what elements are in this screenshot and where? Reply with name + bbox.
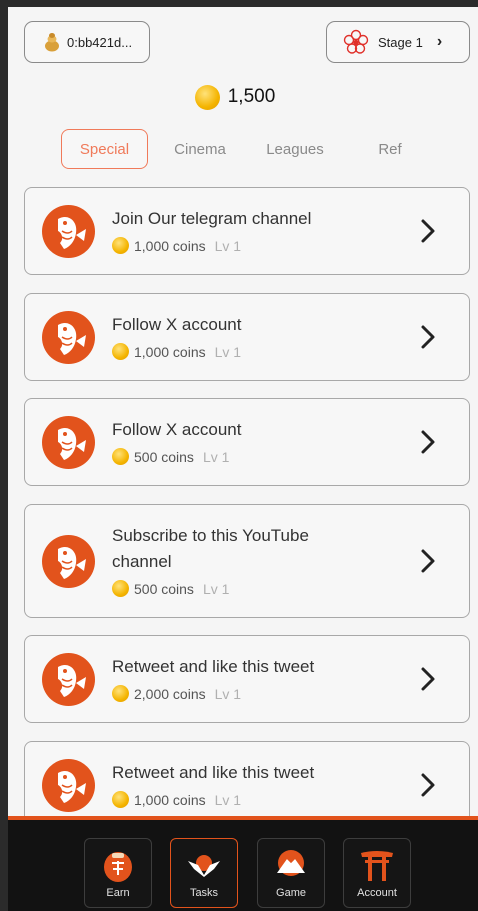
reward-amount: 2,000 coins [134, 685, 206, 702]
chevron-right-icon [421, 773, 435, 797]
task-item[interactable]: Subscribe to this YouTube channel 500 co… [24, 504, 470, 618]
task-item[interactable]: Follow X account 1,000 coins Lv 1 [24, 293, 470, 381]
nav-label: Account [357, 887, 397, 899]
coin-icon [112, 448, 129, 465]
nav-tasks[interactable]: Tasks [170, 838, 238, 908]
wallet-button[interactable]: 0:bb421d... [24, 21, 150, 63]
task-title: Join Our telegram channel [112, 209, 312, 228]
task-title: Follow X account [112, 420, 242, 439]
task-reward: 500 coins Lv 1 [112, 448, 229, 465]
reward-amount: 1,000 coins [134, 343, 206, 360]
nav-game[interactable]: Game [257, 838, 325, 908]
balance-display: 1,500 [8, 82, 478, 112]
task-level: Lv 1 [202, 580, 230, 597]
fish-logo-icon [42, 311, 95, 364]
task-reward: 1,000 coins Lv 1 [112, 791, 241, 808]
task-level: Lv 1 [214, 343, 242, 360]
task-item[interactable]: Follow X account 500 coins Lv 1 [24, 398, 470, 486]
chevron-right-icon [421, 219, 435, 243]
chevron-right-icon [421, 430, 435, 454]
reward-amount: 1,000 coins [134, 791, 206, 808]
reward-amount: 500 coins [134, 580, 194, 597]
chevron-right-icon [421, 549, 435, 573]
task-reward: 1,000 coins Lv 1 [112, 343, 241, 360]
coin-icon [112, 237, 129, 254]
coin-icon [112, 343, 129, 360]
task-level: Lv 1 [202, 448, 230, 465]
task-reward: 2,000 coins Lv 1 [112, 685, 241, 702]
reward-amount: 1,000 coins [134, 237, 206, 254]
coin-icon [112, 580, 129, 597]
tab-special[interactable]: Special [61, 129, 148, 169]
coin-icon [194, 84, 220, 110]
task-level: Lv 1 [214, 237, 242, 254]
mountain-icon [277, 850, 305, 876]
tasks-icon [188, 855, 220, 877]
fish-logo-icon [42, 759, 95, 812]
chevron-right-icon [421, 667, 435, 691]
task-title: Retweet and like this tweet [112, 657, 315, 676]
balance-amount: 1,500 [227, 86, 276, 107]
task-reward: 500 coins Lv 1 [112, 580, 229, 597]
task-title: Follow X account [112, 315, 242, 334]
earn-icon [104, 852, 132, 882]
nav-label: Tasks [189, 887, 219, 899]
task-title: Subscribe to this YouTube channel [112, 526, 309, 571]
tab-cinema[interactable]: Cinema [158, 129, 242, 169]
task-level: Lv 1 [214, 791, 242, 808]
tab-leagues[interactable]: Leagues [253, 129, 337, 169]
coin-bag-icon [45, 33, 59, 52]
task-title: Retweet and like this tweet [112, 763, 315, 782]
task-level: Lv 1 [214, 685, 242, 702]
coin-icon [112, 685, 129, 702]
nav-account[interactable]: Account [343, 838, 411, 908]
bottom-nav: Earn Tasks Game Account [8, 816, 478, 911]
task-item[interactable]: Retweet and like this tweet 2,000 coins … [24, 635, 470, 723]
reward-amount: 500 coins [134, 448, 194, 465]
task-item[interactable]: Join Our telegram channel 1,000 coins Lv… [24, 187, 470, 275]
task-item[interactable]: Retweet and like this tweet 1,000 coins … [24, 741, 470, 820]
task-tabs: Special Cinema Leagues Ref [8, 129, 478, 171]
chevron-right-icon: › [436, 33, 443, 50]
fish-logo-icon [42, 653, 95, 706]
nav-label: Game [276, 887, 306, 899]
chevron-right-icon [421, 325, 435, 349]
nav-earn[interactable]: Earn [84, 838, 152, 908]
nav-label: Earn [106, 887, 130, 899]
sakura-icon [343, 29, 369, 54]
coin-icon [112, 791, 129, 808]
stage-label: Stage 1 [378, 34, 423, 50]
fish-logo-icon [42, 535, 95, 588]
stage-button[interactable]: Stage 1 › [326, 21, 470, 63]
task-reward: 1,000 coins Lv 1 [112, 237, 241, 254]
app-screen: 0:bb421d... Stage 1 › 1,500 Special Cine… [8, 7, 478, 820]
tab-ref[interactable]: Ref [348, 129, 432, 169]
torii-gate-icon [361, 851, 393, 881]
fish-logo-icon [42, 205, 95, 258]
wallet-address: 0:bb421d... [67, 34, 133, 50]
fish-logo-icon [42, 416, 95, 469]
